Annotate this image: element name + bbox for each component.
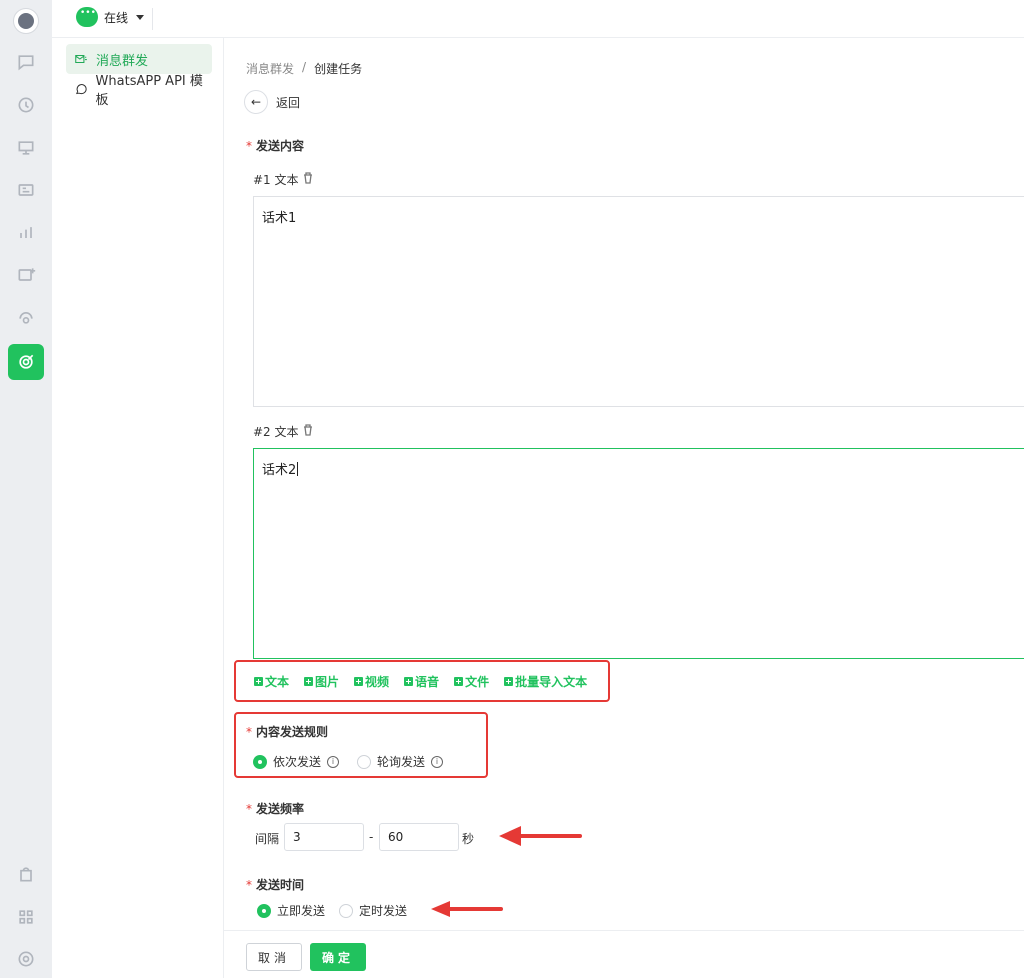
subnav-label-message-broadcast: 消息群发 [96,53,149,69]
trash-icon[interactable] [303,424,313,439]
plus-icon [504,676,514,686]
breadcrumb-parent[interactable]: 消息群发 [246,60,294,77]
annotation-arrow [431,901,503,917]
image-add-icon[interactable] [14,263,38,287]
add-image-button[interactable]: 图片 [304,673,339,690]
batch-import-text-button[interactable]: 批量导入文本 [504,673,587,690]
trash-icon[interactable] [303,172,313,187]
frequency-max-input[interactable]: 60 [379,823,459,851]
text-item-title-2: #2 文本 [253,423,313,440]
contact-card-icon[interactable] [14,178,38,202]
top-bar: 在线 [52,0,1024,38]
content-rule-options: 依次发送 i 轮询发送 i [253,753,444,770]
required-marker: * [246,139,252,153]
chat-bubble-icon [76,7,98,27]
apps-icon[interactable] [14,905,38,929]
add-content-toolbar: 文本 图片 视频 语音 文件 批量导入文本 [234,660,610,702]
plus-icon [354,676,364,686]
text-content-input-2[interactable]: 话术2 [253,448,1024,659]
radio-unselected[interactable] [339,903,354,918]
subnav-label-whatsapp-template: WhatsAPP API 模板 [95,74,203,108]
radio-unselected[interactable] [357,754,372,769]
send-time-option-scheduled[interactable]: 定时发送 [339,902,407,919]
left-icon-rail [0,0,52,978]
breadcrumb-separator: / [302,60,307,74]
form-footer: 取消 确定 [224,930,1024,978]
bag-icon[interactable] [14,862,38,886]
send-time-label: * 发送时间 [246,878,305,892]
text-content-value-2: 话术2 [262,463,297,478]
logo-mark [18,13,34,29]
main-content: 消息群发 / 创建任务 ← 返回 * 发送内容 #1 文本 话术1 #2 文本 话… [224,38,1024,978]
annotation-arrow [499,826,582,846]
secondary-navigation: 消息群发 WhatsAPP API 模板 [52,38,224,978]
frequency-label: * 发送频率 [246,802,305,816]
content-rule-label: * 内容发送规则 [246,725,329,739]
add-file-button[interactable]: 文件 [454,673,489,690]
content-section-label: * 发送内容 [246,139,305,153]
top-divider [152,8,153,30]
online-status-selector[interactable]: 在线 [76,7,145,27]
subnav-item-whatsapp-template[interactable]: WhatsAPP API 模板 [66,74,212,108]
frequency-unit: 秒 [462,832,475,846]
text-item-title-1: #1 文本 [253,171,313,188]
frequency-prefix: 间隔 [255,832,280,846]
chevron-down-icon [136,14,145,20]
presentation-icon[interactable] [14,136,38,160]
frequency-separator: - [369,830,374,844]
back-button[interactable]: ← 返回 [244,90,300,114]
radio-selected[interactable] [257,903,271,918]
whatsapp-icon [76,84,87,95]
rule-option-sequential[interactable]: 依次发送 i [253,753,340,770]
breadcrumb-current: 创建任务 [314,62,363,76]
text-content-input-1[interactable]: 话术1 [253,196,1024,407]
frequency-min-input[interactable]: 3 [284,823,364,851]
back-label: 返回 [276,95,301,110]
clock-icon[interactable] [14,93,38,117]
required-marker: * [246,802,252,816]
text-cursor [297,462,299,476]
confirm-button[interactable]: 确定 [310,943,366,971]
plus-icon [304,676,314,686]
ai-support-icon[interactable] [14,305,38,329]
rule-option-round-robin[interactable]: 轮询发送 i [357,753,444,770]
breadcrumb: 消息群发 / 创建任务 [246,60,362,77]
add-audio-button[interactable]: 语音 [404,673,439,690]
add-video-button[interactable]: 视频 [354,673,389,690]
send-mail-icon [75,54,87,64]
status-label: 在线 [104,10,129,25]
add-text-button[interactable]: 文本 [254,673,289,690]
info-icon[interactable]: i [431,755,444,768]
required-marker: * [246,725,252,739]
plus-icon [254,676,263,686]
settings-icon[interactable] [14,947,38,971]
cancel-button[interactable]: 取消 [246,943,302,971]
arrow-left-icon: ← [244,90,268,114]
required-marker: * [246,878,252,892]
info-icon[interactable]: i [327,755,340,768]
send-time-option-immediate[interactable]: 立即发送 [257,902,325,919]
radio-selected[interactable] [253,754,267,769]
chat-icon[interactable] [14,50,38,74]
plus-icon [454,676,464,686]
bar-chart-icon[interactable] [14,221,38,245]
plus-icon [404,676,414,686]
brand-logo [13,8,39,34]
target-send-icon[interactable] [8,344,44,380]
send-time-options: 立即发送 定时发送 [257,902,407,919]
